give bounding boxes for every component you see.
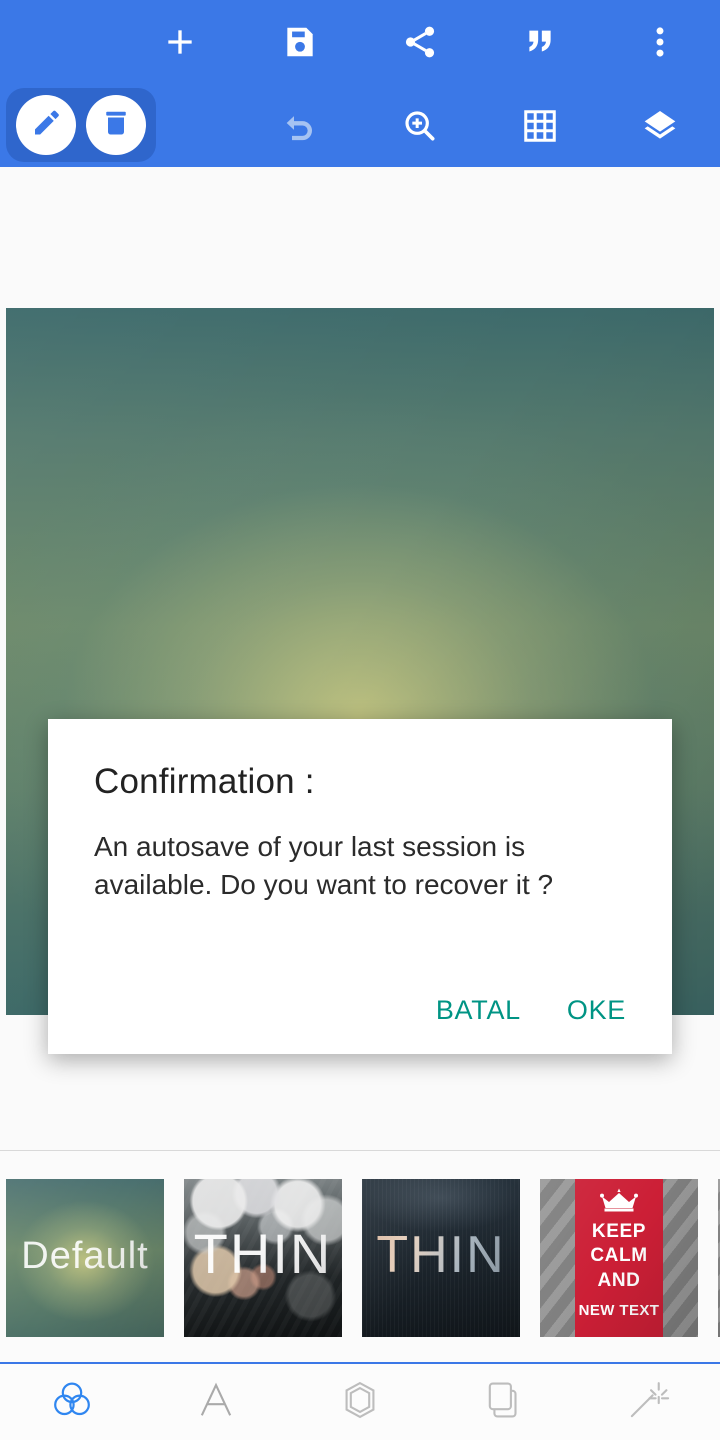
share-icon — [401, 23, 439, 61]
quote-button[interactable] — [480, 0, 600, 83]
nav-item-filters[interactable] — [0, 1364, 144, 1440]
template-list[interactable]: Default THIN THIN — [0, 1179, 720, 1345]
layers-button[interactable] — [600, 84, 720, 167]
nav-item-effects[interactable] — [576, 1364, 720, 1440]
bottom-navigation — [0, 1362, 720, 1440]
zoom-in-icon — [400, 106, 440, 146]
share-button[interactable] — [360, 0, 480, 83]
undo-icon — [280, 106, 320, 146]
app-root: Confirmation : An autosave of your last … — [0, 0, 720, 1440]
confirmation-dialog: Confirmation : An autosave of your last … — [48, 719, 672, 1054]
thumb-sheen — [6, 1179, 164, 1337]
nav-shape-icon — [337, 1377, 383, 1428]
nav-item-text[interactable] — [144, 1364, 288, 1440]
add-button[interactable] — [120, 0, 240, 83]
nav-text-icon — [193, 1377, 239, 1428]
template-item-keep-calm[interactable]: KEEP CALM AND NEW TEXT — [540, 1179, 698, 1337]
dialog-actions: BATAL OKE — [436, 995, 626, 1026]
dialog-cancel-button[interactable]: BATAL — [436, 995, 521, 1026]
delete-button[interactable] — [86, 95, 146, 155]
editor-area: Confirmation : An autosave of your last … — [0, 167, 720, 1150]
top-toolbar — [0, 0, 720, 167]
layers-icon — [640, 106, 680, 146]
template-strip: Default THIN THIN — [0, 1150, 720, 1362]
dialog-title: Confirmation : — [94, 762, 315, 801]
toolbar-row-primary — [0, 0, 720, 83]
edit-icon — [31, 108, 61, 143]
template-item-default[interactable]: Default — [6, 1179, 164, 1337]
grid-button[interactable] — [480, 84, 600, 167]
save-button[interactable] — [240, 0, 360, 83]
dialog-message: An autosave of your last session is avai… — [94, 830, 554, 900]
thumb-sheen — [362, 1179, 520, 1337]
thumb-sheen — [540, 1179, 698, 1337]
template-item-thin-dark[interactable]: THIN — [362, 1179, 520, 1337]
overflow-menu-icon — [645, 23, 675, 61]
template-item-thin-bokeh[interactable]: THIN — [184, 1179, 342, 1337]
undo-button[interactable] — [240, 84, 360, 167]
overflow-menu-button[interactable] — [600, 0, 720, 83]
zoom-in-button[interactable] — [360, 84, 480, 167]
nav-layers-icon — [481, 1377, 527, 1428]
nav-effects-icon — [625, 1377, 671, 1428]
add-icon — [160, 22, 200, 62]
save-icon — [281, 23, 319, 61]
grid-icon — [522, 108, 558, 144]
quote-icon — [523, 25, 557, 59]
nav-filters-icon — [48, 1376, 96, 1429]
nav-item-layers[interactable] — [432, 1364, 576, 1440]
nav-item-shape[interactable] — [288, 1364, 432, 1440]
dialog-confirm-button[interactable]: OKE — [567, 995, 626, 1026]
delete-icon — [101, 108, 131, 143]
thumb-sheen — [184, 1179, 342, 1337]
edit-button[interactable] — [16, 95, 76, 155]
edit-delete-group — [6, 88, 156, 162]
